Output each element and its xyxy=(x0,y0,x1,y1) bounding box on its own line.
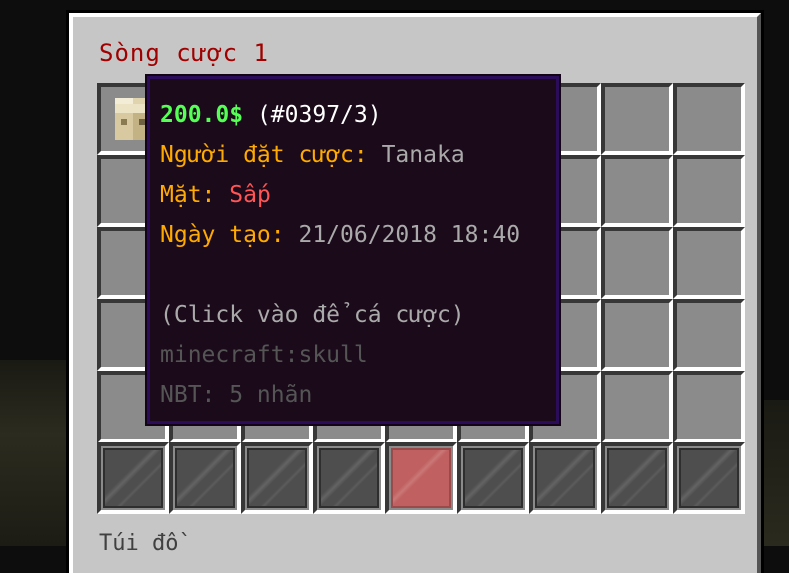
tooltip-date-line: Ngày tạo: 21/06/2018 18:40 xyxy=(160,215,546,255)
date-label: Ngày tạo: xyxy=(160,222,285,248)
glass-pane-icon xyxy=(607,448,667,508)
inventory-label: Túi đồ xyxy=(99,531,179,556)
chest-slot[interactable] xyxy=(673,83,745,155)
tooltip-price-line: 200.0$ (#0397/3) xyxy=(160,95,546,135)
chest-slot[interactable] xyxy=(673,227,745,299)
glass-pane-icon xyxy=(175,448,235,508)
date-value: 21/06/2018 18:40 xyxy=(298,222,521,248)
glass-pane-slot[interactable] xyxy=(529,442,601,514)
world-background-left xyxy=(0,360,80,546)
tooltip-nbt: NBT: 5 nhãn xyxy=(160,382,313,408)
glass-pane-slot[interactable] xyxy=(385,442,457,514)
glass-pane-icon xyxy=(247,448,307,508)
face-value: Sấp xyxy=(229,182,271,208)
item-tooltip: 200.0$ (#0397/3) Người đặt cược: Tanaka … xyxy=(145,74,561,426)
tooltip-click-hint: (Click vào để cá cược) xyxy=(160,302,465,328)
glass-pane-slot[interactable] xyxy=(601,442,673,514)
glass-pane-slot[interactable] xyxy=(169,442,241,514)
tooltip-item-id: minecraft:skull xyxy=(160,342,368,368)
window-title: Sòng cược 1 xyxy=(99,39,269,67)
glass-pane-slot[interactable] xyxy=(97,442,169,514)
chest-slot[interactable] xyxy=(601,155,673,227)
chest-slot[interactable] xyxy=(601,227,673,299)
glass-pane-icon xyxy=(463,448,523,508)
glass-pane-slot[interactable] xyxy=(241,442,313,514)
glass-pane-icon xyxy=(103,448,163,508)
chest-slot[interactable] xyxy=(673,371,745,443)
glass-pane-slot[interactable] xyxy=(673,442,745,514)
chest-slot[interactable] xyxy=(601,83,673,155)
chest-bottom-row xyxy=(97,442,745,514)
glass-pane-slot[interactable] xyxy=(313,442,385,514)
tooltip-blank-line xyxy=(160,255,546,295)
bet-id: (#0397/3) xyxy=(256,102,382,128)
bettor-value: Tanaka xyxy=(381,142,465,168)
glass-pane-icon xyxy=(535,448,595,508)
glass-pane-icon xyxy=(679,448,739,508)
chest-slot[interactable] xyxy=(673,155,745,227)
tooltip-face-line: Mặt: Sấp xyxy=(160,175,546,215)
price-value: 200.0$ xyxy=(160,102,244,128)
red-glass-pane-icon xyxy=(391,448,451,508)
face-label: Mặt: xyxy=(160,182,216,208)
bettor-label: Người đặt cược: xyxy=(160,142,368,168)
glass-pane-icon xyxy=(319,448,379,508)
chest-slot[interactable] xyxy=(601,299,673,371)
world-background-right xyxy=(759,400,789,546)
chest-slot[interactable] xyxy=(601,371,673,443)
glass-pane-slot[interactable] xyxy=(457,442,529,514)
tooltip-bettor-line: Người đặt cược: Tanaka xyxy=(160,135,546,175)
chest-slot[interactable] xyxy=(673,299,745,371)
